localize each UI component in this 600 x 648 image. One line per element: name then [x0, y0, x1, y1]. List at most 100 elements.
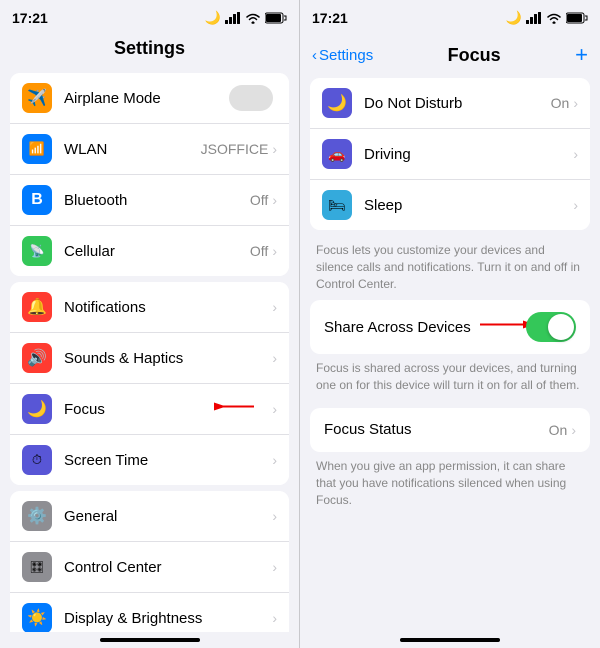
screen-time-item[interactable]: ⏱ Screen Time ›	[10, 435, 289, 485]
display-brightness-chevron: ›	[272, 610, 277, 626]
focus-status-chevron: ›	[571, 422, 576, 438]
bluetooth-item[interactable]: B Bluetooth Off ›	[10, 175, 289, 226]
airplane-toggle[interactable]	[229, 85, 273, 111]
focus-label-left: Focus	[64, 401, 272, 418]
back-button[interactable]: ‹ Settings	[312, 47, 373, 64]
do-not-disturb-label: Do Not Disturb	[364, 95, 551, 112]
wifi-icon	[245, 12, 261, 24]
left-panel: 17:21 🌙 Settings	[0, 0, 300, 648]
airplane-mode-item[interactable]: ✈️ Airplane Mode	[10, 73, 289, 124]
share-toggle[interactable]	[526, 312, 576, 342]
notifications-icon: 🔔	[22, 292, 52, 322]
sounds-chevron: ›	[272, 350, 277, 366]
do-not-disturb-chevron: ›	[573, 95, 578, 111]
focus-page-title: Focus	[448, 45, 501, 66]
left-status-bar: 17:21 🌙	[0, 0, 299, 36]
airplane-icon: ✈️	[22, 83, 52, 113]
share-description: Focus is shared across your devices, and…	[300, 356, 600, 402]
control-center-label: Control Center	[64, 559, 272, 576]
do-not-disturb-value: On	[551, 95, 570, 111]
cellular-value: Off	[250, 243, 268, 259]
display-brightness-icon: ☀️	[22, 603, 52, 632]
share-row: Share Across Devices	[310, 300, 590, 354]
cellular-icon: 📡	[22, 236, 52, 266]
cellular-item[interactable]: 📡 Cellular Off ›	[10, 226, 289, 276]
sleep-chevron: ›	[573, 197, 578, 213]
back-label: Settings	[319, 47, 373, 64]
wlan-icon: 📶	[22, 134, 52, 164]
general-label: General	[64, 508, 272, 525]
right-nav-bar: ‹ Settings Focus +	[300, 36, 600, 72]
right-battery-icon	[566, 12, 588, 24]
back-chevron-icon: ‹	[312, 47, 317, 64]
display-brightness-label: Display & Brightness	[64, 610, 272, 627]
focus-status-item[interactable]: Focus Status On ›	[310, 408, 590, 452]
right-time: 17:21	[312, 10, 348, 26]
wlan-chevron: ›	[272, 141, 277, 157]
general-icon: ⚙️	[22, 501, 52, 531]
focus-status-group: Focus Status On ›	[310, 408, 590, 452]
right-wifi-icon	[546, 12, 562, 24]
bluetooth-label: Bluetooth	[64, 192, 250, 209]
bluetooth-value: Off	[250, 192, 268, 208]
left-time: 17:21	[12, 10, 48, 26]
share-label: Share Across Devices	[324, 319, 526, 336]
add-button[interactable]: +	[575, 42, 588, 68]
signal-icon	[225, 12, 241, 24]
wlan-value: JSOFFICE	[201, 141, 269, 157]
focus-status-description: When you give an app permission, it can …	[300, 454, 600, 518]
wlan-item[interactable]: 📶 WLAN JSOFFICE ›	[10, 124, 289, 175]
notifications-chevron: ›	[272, 299, 277, 315]
sleep-item[interactable]: 🛏 Sleep ›	[310, 180, 590, 230]
sounds-icon: 🔊	[22, 343, 52, 373]
focus-chevron: ›	[272, 401, 277, 417]
focus-icon-left: 🌙	[22, 394, 52, 424]
cellular-label: Cellular	[64, 243, 250, 260]
focus-status-value: On	[549, 422, 568, 438]
settings-group-1: ✈️ Airplane Mode 📶 WLAN JSOFFICE › B Blu…	[10, 73, 289, 276]
airplane-label: Airplane Mode	[64, 90, 229, 107]
do-not-disturb-item[interactable]: 🌙 Do Not Disturb On ›	[310, 78, 590, 129]
screen-time-label: Screen Time	[64, 452, 272, 469]
screen-time-icon: ⏱	[22, 445, 52, 475]
do-not-disturb-icon: 🌙	[322, 88, 352, 118]
share-section: Share Across Devices	[310, 300, 590, 354]
settings-list: ✈️ Airplane Mode 📶 WLAN JSOFFICE › B Blu…	[0, 67, 299, 632]
right-status-icons: 🌙	[506, 10, 588, 26]
focus-item[interactable]: 🌙 Focus ›	[10, 384, 289, 435]
sounds-label: Sounds & Haptics	[64, 350, 272, 367]
right-status-bar: 17:21 🌙	[300, 0, 600, 36]
left-status-icons: 🌙	[205, 10, 287, 26]
settings-group-3: ⚙️ General › 🎛 Control Center › ☀️ Displ…	[10, 491, 289, 632]
battery-icon	[265, 12, 287, 24]
notifications-item[interactable]: 🔔 Notifications ›	[10, 282, 289, 333]
focus-status-label: Focus Status	[324, 421, 549, 438]
bluetooth-icon: B	[22, 185, 52, 215]
right-content: 🌙 Do Not Disturb On › 🚗 Driving › 🛏 Slee…	[300, 72, 600, 632]
general-chevron: ›	[272, 508, 277, 524]
driving-item[interactable]: 🚗 Driving ›	[310, 129, 590, 180]
sounds-item[interactable]: 🔊 Sounds & Haptics ›	[10, 333, 289, 384]
control-center-icon: 🎛	[22, 552, 52, 582]
sleep-label: Sleep	[364, 197, 573, 214]
control-center-item[interactable]: 🎛 Control Center ›	[10, 542, 289, 593]
left-home-indicator	[100, 638, 200, 642]
screen-time-chevron: ›	[272, 452, 277, 468]
driving-label: Driving	[364, 146, 573, 163]
moon-icon: 🌙	[205, 10, 221, 26]
general-item[interactable]: ⚙️ General ›	[10, 491, 289, 542]
driving-icon: 🚗	[322, 139, 352, 169]
focus-items-group: 🌙 Do Not Disturb On › 🚗 Driving › 🛏 Slee…	[310, 78, 590, 230]
right-signal-icon	[526, 12, 542, 24]
settings-group-2: 🔔 Notifications › 🔊 Sounds & Haptics › 🌙…	[10, 282, 289, 485]
cellular-chevron: ›	[272, 243, 277, 259]
notifications-label: Notifications	[64, 299, 272, 316]
focus-description: Focus lets you customize your devices an…	[300, 236, 600, 300]
display-brightness-item[interactable]: ☀️ Display & Brightness ›	[10, 593, 289, 632]
wlan-label: WLAN	[64, 141, 201, 158]
right-home-indicator	[400, 638, 500, 642]
driving-chevron: ›	[573, 146, 578, 162]
sleep-icon: 🛏	[322, 190, 352, 220]
settings-title: Settings	[0, 36, 299, 67]
bluetooth-chevron: ›	[272, 192, 277, 208]
